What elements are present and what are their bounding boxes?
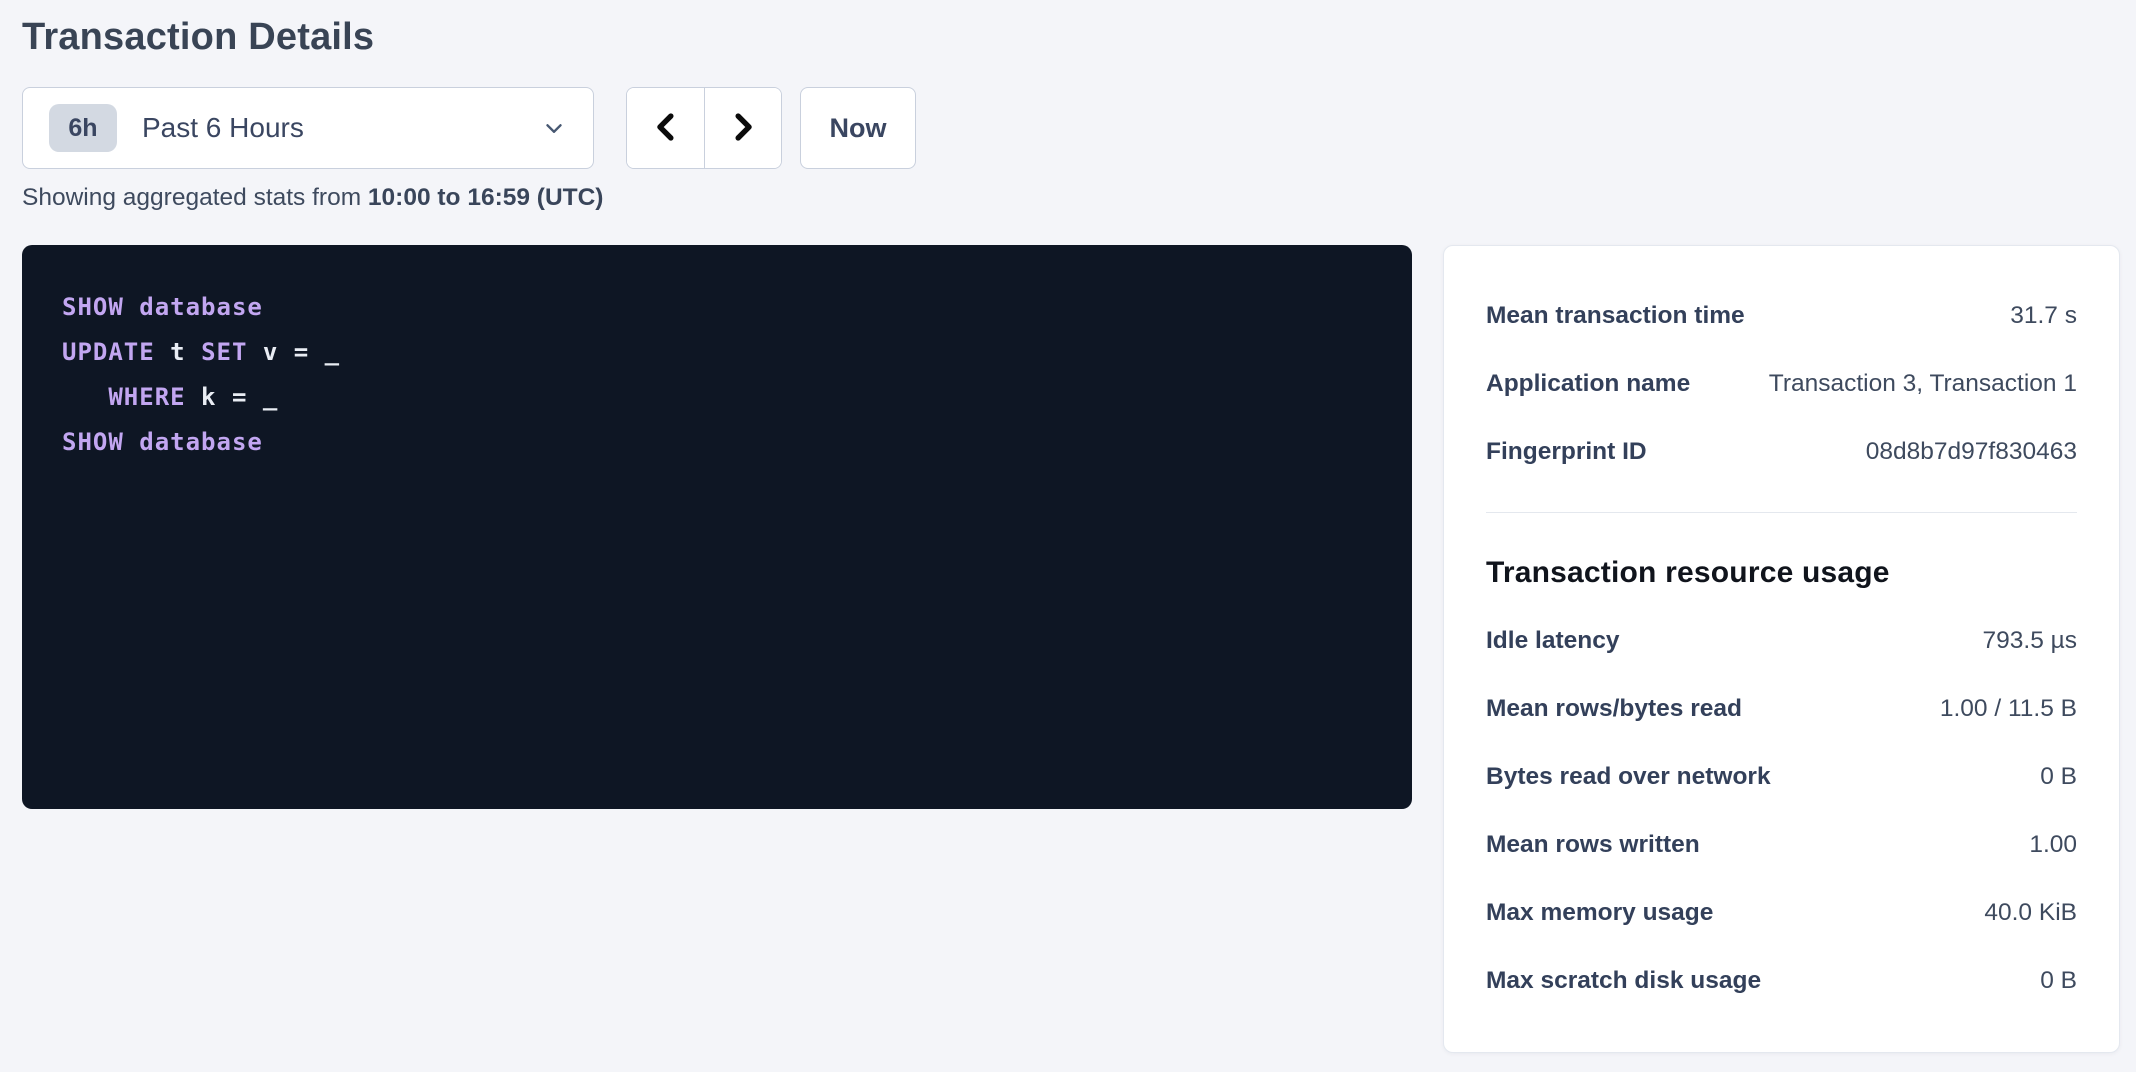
stat-label: Bytes read over network	[1486, 763, 1787, 791]
stat-label: Max scratch disk usage	[1486, 967, 1777, 995]
sql-statement-box: SHOW database UPDATE t SET v = _ WHERE k …	[22, 245, 1412, 809]
sql-token-keyword: UPDATE	[62, 338, 155, 366]
sql-line: SHOW database	[62, 285, 1372, 330]
sql-line: UPDATE t SET v = _	[62, 330, 1372, 375]
now-button[interactable]: Now	[800, 87, 916, 169]
resource-usage-heading: Transaction resource usage	[1486, 539, 2077, 607]
stat-value: 31.7 s	[2010, 302, 2077, 330]
stat-row: Bytes read over network 0 B	[1486, 743, 2077, 811]
stat-value: 1.00 / 11.5 B	[1940, 695, 2077, 723]
caption-prefix: Showing aggregated stats from	[22, 184, 368, 211]
caption-time-range: 10:00 to 16:59 (UTC)	[368, 184, 604, 211]
stat-value: 0 B	[2040, 763, 2077, 791]
stat-value: 793.5 µs	[1983, 627, 2077, 655]
stat-label: Mean rows written	[1486, 831, 1716, 859]
stat-label: Mean transaction time	[1486, 302, 1761, 330]
chevron-down-icon	[541, 115, 567, 141]
sql-token-plain: k = _	[186, 383, 279, 411]
sql-token-plain	[62, 383, 108, 411]
sql-line: WHERE k = _	[62, 375, 1372, 420]
time-nav-button-group	[626, 87, 782, 169]
sql-token-keyword: SET	[201, 338, 247, 366]
sql-token-plain: t	[155, 338, 201, 366]
stat-row: Mean rows written 1.00	[1486, 811, 2077, 879]
time-toolbar: 6h Past 6 Hours	[22, 87, 916, 169]
stat-row: Application name Transaction 3, Transacti…	[1486, 350, 2077, 418]
section-divider	[1486, 512, 2077, 513]
resource-usage-section: Idle latency 793.5 µs Mean rows/bytes read…	[1486, 607, 2077, 1015]
sql-token-keyword: WHERE	[108, 383, 185, 411]
aggregated-stats-caption: Showing aggregated stats from 10:00 to 1…	[22, 181, 603, 215]
page-title: Transaction Details	[22, 12, 374, 62]
stat-row: Mean transaction time 31.7 s	[1486, 282, 2077, 350]
stat-row: Max scratch disk usage 0 B	[1486, 947, 2077, 1015]
sql-token-keyword: SHOW database	[62, 293, 263, 321]
sql-token-keyword: SHOW database	[62, 428, 263, 456]
summary-stats-section: Mean transaction time 31.7 s Application n…	[1486, 282, 2077, 486]
stat-value: 1.00	[2029, 831, 2077, 859]
stat-value: Transaction 3, Transaction 1	[1769, 370, 2077, 398]
stat-row: Mean rows/bytes read 1.00 / 11.5 B	[1486, 675, 2077, 743]
stat-value: 40.0 KiB	[1984, 899, 2077, 927]
time-range-label: Past 6 Hours	[142, 112, 304, 144]
stat-label: Idle latency	[1486, 627, 1635, 655]
chevron-left-icon	[651, 110, 681, 147]
chevron-right-icon	[728, 110, 758, 147]
stat-row: Fingerprint ID 08d8b7d97f830463	[1486, 418, 2077, 486]
stat-label: Application name	[1486, 370, 1706, 398]
prev-range-button[interactable]	[627, 88, 704, 168]
stat-value: 08d8b7d97f830463	[1866, 438, 2077, 466]
transaction-details-card: Mean transaction time 31.7 s Application n…	[1443, 245, 2120, 1053]
sql-token-plain: v = _	[247, 338, 340, 366]
sql-line: SHOW database	[62, 420, 1372, 465]
stat-label: Mean rows/bytes read	[1486, 695, 1758, 723]
sql-statement: SHOW database UPDATE t SET v = _ WHERE k …	[62, 285, 1372, 465]
time-range-dropdown[interactable]: 6h Past 6 Hours	[22, 87, 594, 169]
stat-value: 0 B	[2040, 967, 2077, 995]
time-range-badge: 6h	[49, 104, 117, 152]
transaction-details-page: Transaction Details 6h Past 6 Hours	[0, 0, 2136, 1072]
stat-row: Max memory usage 40.0 KiB	[1486, 879, 2077, 947]
stat-label: Max memory usage	[1486, 899, 1729, 927]
stat-label: Fingerprint ID	[1486, 438, 1663, 466]
stat-row: Idle latency 793.5 µs	[1486, 607, 2077, 675]
next-range-button[interactable]	[704, 88, 781, 168]
